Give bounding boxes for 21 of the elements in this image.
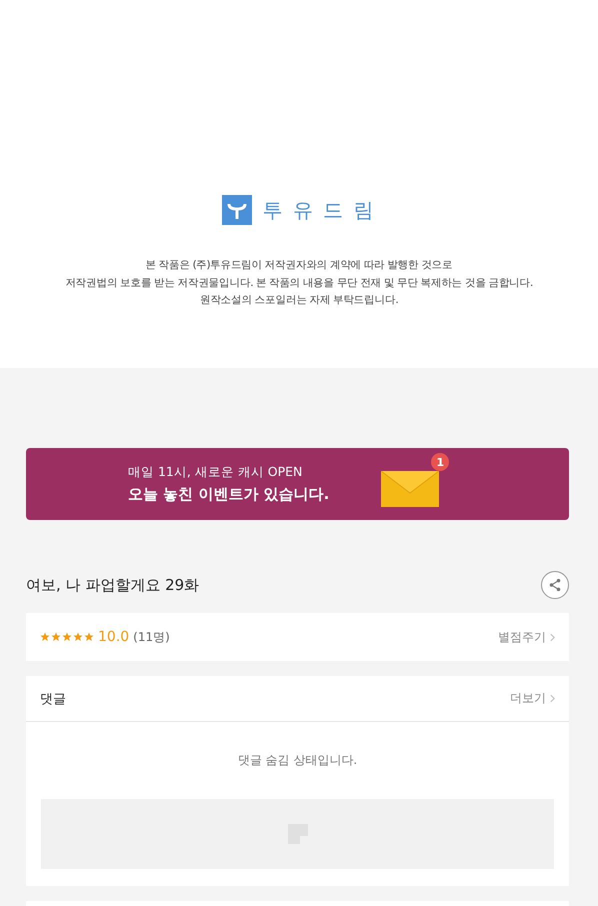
notification-badge: 1 — [431, 453, 450, 471]
comments-heading: 댓글 — [40, 690, 66, 708]
episode-title: 여보, 나 파업할게요 29화 — [26, 576, 200, 594]
banner-subtitle: 매일 11시, 새로운 캐시 OPEN — [128, 464, 304, 481]
logo-icon — [222, 195, 252, 225]
notice-text: 원작소설의 스포일러는 자제 부탁드립니다. — [198, 293, 400, 308]
more-link[interactable]: 더보기 — [510, 690, 546, 707]
publisher-name: 투 유 드 림 — [262, 196, 376, 224]
envelope-icon — [381, 471, 440, 507]
share-icon — [548, 578, 562, 592]
banner-title: 오늘 놓친 이벤트가 있습니다. — [128, 485, 330, 504]
event-banner[interactable]: 매일 11시, 새로운 캐시 OPEN 오늘 놓친 이벤트가 있습니다. 1 — [26, 448, 569, 520]
share-button[interactable] — [541, 571, 569, 599]
hidden-comments-message: 댓글 숨김 상태입니다. — [236, 752, 358, 769]
rating-count: (11명) — [133, 628, 170, 646]
notice-text: 본 작품은 (주)투유드림이 저작권자와의 계약에 따라 발행한 것으로 — [144, 258, 454, 273]
chevron-icon — [550, 694, 555, 703]
rate-link[interactable]: 별점주기 — [498, 628, 546, 646]
notice-text: 저작권법의 보호를 받는 저작권물입니다. 본 작품의 내용을 무단 전재 및 무단 복제하는 것을 금합니다. — [65, 276, 533, 290]
chevron-icon — [550, 632, 555, 642]
rating-score: 10.0 — [98, 629, 130, 645]
